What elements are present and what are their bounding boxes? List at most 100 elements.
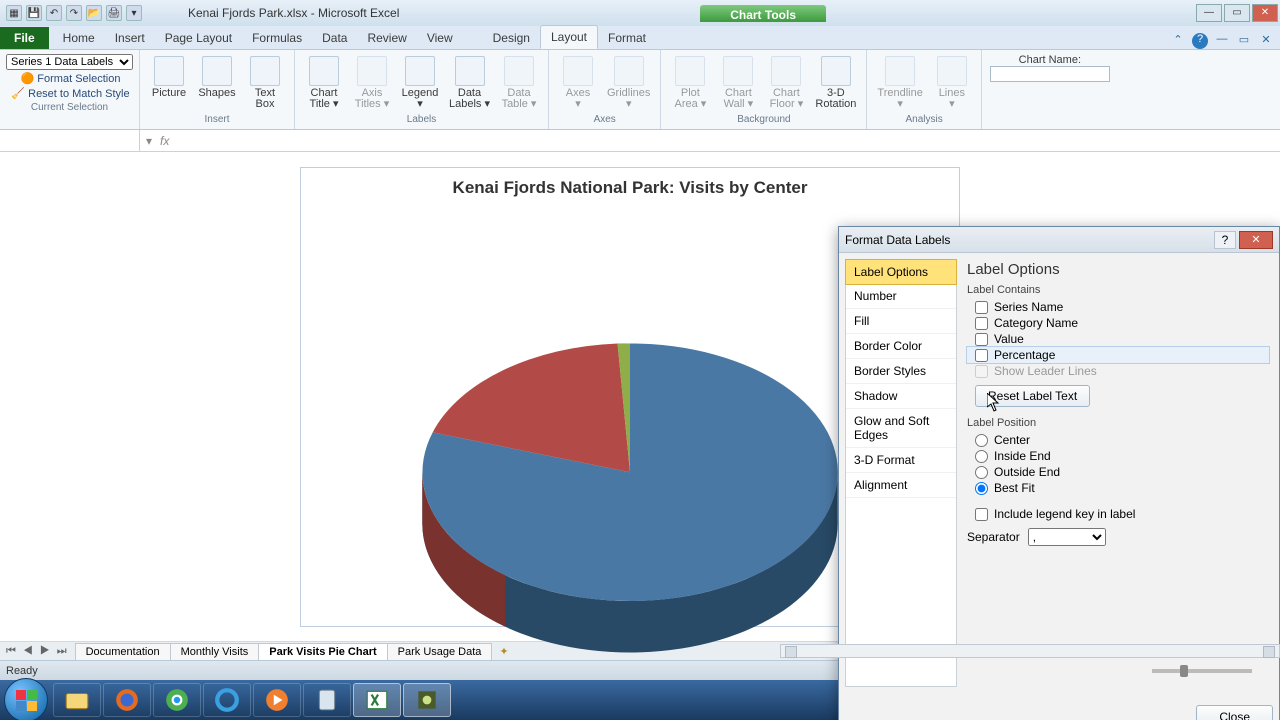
gridlines-icon (614, 56, 644, 86)
separator-select[interactable]: , (1028, 528, 1106, 546)
nav-border-color[interactable]: Border Color (846, 334, 956, 359)
workbook-min-icon[interactable]: — (1214, 33, 1230, 49)
tab-formulas[interactable]: Formulas (242, 27, 312, 49)
fx-icon[interactable]: fx (160, 134, 169, 148)
print-preview-icon[interactable]: 🖨 (106, 5, 122, 21)
label-contains-heading: Label Contains (967, 284, 1269, 296)
gridlines-button[interactable]: Gridlines ▾ (605, 54, 652, 112)
chk-percentage[interactable]: Percentage (967, 347, 1269, 363)
shapes-icon (202, 56, 232, 86)
rdo-outside-end[interactable]: Outside End (967, 464, 1269, 480)
chart-title[interactable]: Kenai Fjords National Park: Visits by Ce… (301, 168, 959, 198)
reset-style-button[interactable]: 🧹 Reset to Match Style (9, 85, 129, 100)
chk-legend-key[interactable]: Include legend key in label (967, 506, 1269, 522)
undo-icon[interactable]: ↶ (46, 5, 62, 21)
workbook-max-icon[interactable]: ▭ (1236, 33, 1252, 49)
minimize-button[interactable]: — (1196, 4, 1222, 22)
minimize-ribbon-icon[interactable]: ⌃ (1170, 33, 1186, 49)
group-label: Analysis (905, 112, 942, 127)
sheet-tab-documentation[interactable]: Documentation (75, 643, 171, 660)
textbox-button[interactable]: Text Box (244, 54, 286, 112)
picture-button[interactable]: Picture (148, 54, 190, 101)
dialog-close-button[interactable]: Close (1196, 705, 1273, 720)
tab-data[interactable]: Data (312, 27, 357, 49)
tab-insert[interactable]: Insert (105, 27, 155, 49)
separator-label: Separator (967, 530, 1020, 544)
chart-floor-button[interactable]: Chart Floor ▾ (765, 54, 807, 112)
nav-alignment[interactable]: Alignment (846, 473, 956, 498)
nav-fill[interactable]: Fill (846, 309, 956, 334)
dialog-help-icon[interactable]: ? (1214, 231, 1236, 249)
shapes-button[interactable]: Shapes (196, 54, 238, 101)
rdo-center[interactable]: Center (967, 432, 1269, 448)
group-analysis: Trendline ▾ Lines ▾ Analysis (867, 50, 981, 129)
trendline-button[interactable]: Trendline ▾ (875, 54, 924, 112)
chk-value[interactable]: Value (967, 331, 1269, 347)
horizontal-scrollbar[interactable] (780, 644, 1280, 658)
chk-series-name[interactable]: Series Name (967, 299, 1269, 315)
dialog-close-icon[interactable]: ✕ (1239, 231, 1273, 249)
tab-format[interactable]: Format (598, 27, 656, 49)
chart-wall-button[interactable]: Chart Wall ▾ (717, 54, 759, 112)
group-label: Axes (594, 112, 616, 127)
formula-input[interactable] (200, 134, 1280, 148)
redo-icon[interactable]: ↷ (66, 5, 82, 21)
rdo-inside-end[interactable]: Inside End (967, 448, 1269, 464)
textbox-icon (250, 56, 280, 86)
group-label: Insert (204, 112, 229, 127)
mouse-cursor-icon (987, 393, 1001, 413)
workbook-close-icon[interactable]: ✕ (1258, 33, 1274, 49)
picture-icon (154, 56, 184, 86)
dialog-title-bar[interactable]: Format Data Labels ? ✕ (839, 227, 1279, 253)
group-label: Labels (407, 112, 436, 127)
nav-border-styles[interactable]: Border Styles (846, 359, 956, 384)
lines-button[interactable]: Lines ▾ (931, 54, 973, 112)
open-icon[interactable]: 📂 (86, 5, 102, 21)
format-selection-button[interactable]: 🟠 Format Selection (19, 70, 121, 85)
sheet-tab-monthly[interactable]: Monthly Visits (170, 643, 260, 660)
maximize-button[interactable]: ▭ (1224, 4, 1250, 22)
nav-glow[interactable]: Glow and Soft Edges (846, 409, 956, 448)
taskbar-ie[interactable] (203, 683, 251, 717)
taskbar-explorer[interactable] (53, 683, 101, 717)
sheet-nav-buttons[interactable]: ⏮ ◀ ▶ ⏭ (0, 645, 75, 658)
tab-layout[interactable]: Layout (540, 25, 598, 49)
tab-home[interactable]: Home (53, 27, 105, 49)
zoom-slider[interactable] (1152, 669, 1252, 673)
chk-category-name[interactable]: Category Name (967, 315, 1269, 331)
worksheet-area[interactable]: Kenai Fjords National Park: Visits by Ce… (0, 152, 1280, 641)
axes-button[interactable]: Axes ▾ (557, 54, 599, 112)
start-button[interactable] (4, 678, 48, 720)
plot-area-button[interactable]: Plot Area ▾ (669, 54, 711, 112)
chart-element-selector[interactable]: Series 1 Data Labels (6, 54, 133, 70)
taskbar-firefox[interactable] (103, 683, 151, 717)
help-icon[interactable]: ? (1192, 33, 1208, 49)
chart-title-button[interactable]: Chart Title ▾ (303, 54, 345, 112)
chart-name-label: Chart Name: (1019, 54, 1081, 66)
chart-name-input[interactable] (990, 66, 1110, 82)
nav-shadow[interactable]: Shadow (846, 384, 956, 409)
rdo-best-fit[interactable]: Best Fit (967, 480, 1269, 496)
name-box-dropdown-icon[interactable]: ▾ (146, 134, 152, 148)
ribbon: Series 1 Data Labels 🟠 Format Selection … (0, 50, 1280, 130)
lines-icon (937, 56, 967, 86)
tab-review[interactable]: Review (357, 27, 416, 49)
close-button[interactable]: ✕ (1252, 4, 1278, 22)
nav-number[interactable]: Number (846, 284, 956, 309)
data-table-button[interactable]: Data Table ▾ (498, 54, 540, 112)
save-icon[interactable]: 💾 (26, 5, 42, 21)
data-labels-button[interactable]: Data Labels ▾ (447, 54, 492, 112)
taskbar-chrome[interactable] (153, 683, 201, 717)
3d-rotation-button[interactable]: 3-D Rotation (813, 54, 858, 112)
tab-design[interactable]: Design (483, 27, 540, 49)
nav-label-options[interactable]: Label Options (845, 259, 957, 285)
qat-more-icon[interactable]: ▾ (126, 5, 142, 21)
taskbar-media[interactable] (253, 683, 301, 717)
tab-view[interactable]: View (417, 27, 463, 49)
tab-page-layout[interactable]: Page Layout (155, 27, 242, 49)
file-tab[interactable]: File (0, 27, 49, 49)
name-box[interactable] (4, 134, 135, 148)
nav-3d-format[interactable]: 3-D Format (846, 448, 956, 473)
legend-button[interactable]: Legend ▾ (399, 54, 441, 112)
axis-titles-button[interactable]: Axis Titles ▾ (351, 54, 393, 112)
